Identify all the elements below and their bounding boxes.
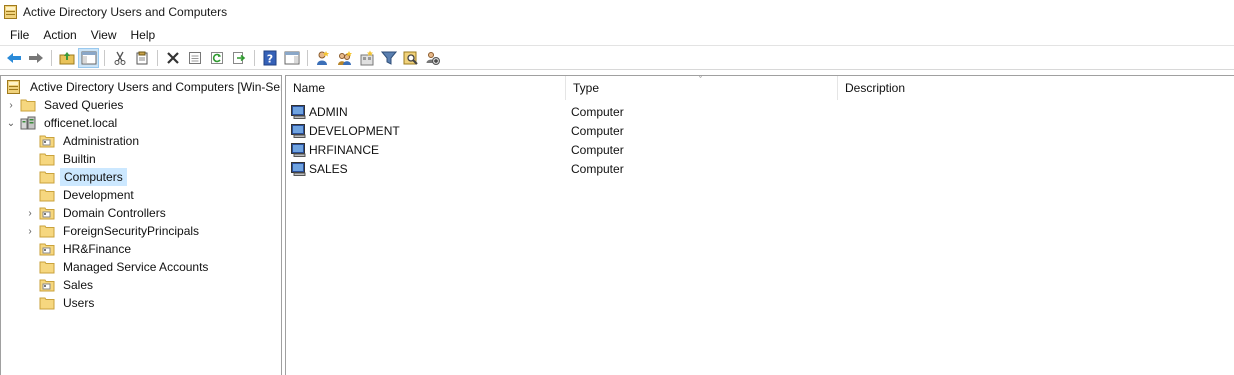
ou-folder-icon	[39, 207, 55, 220]
add-to-group-icon[interactable]	[422, 48, 443, 68]
menu-help[interactable]: Help	[124, 26, 163, 44]
toolbar-separator	[51, 49, 52, 66]
computer-icon	[291, 142, 306, 157]
tree-root-label: Active Directory Users and Computers [Wi…	[30, 80, 282, 94]
computer-type: Computer	[571, 161, 624, 176]
ou-folder-icon	[39, 135, 55, 148]
tree-item-label: Managed Service Accounts	[63, 260, 209, 274]
ad-console-icon	[4, 5, 17, 19]
tree-item-users[interactable]: Users	[24, 294, 97, 312]
refresh-icon[interactable]	[206, 48, 227, 68]
computer-name: DEVELOPMENT	[309, 123, 400, 138]
folder-icon	[20, 99, 36, 112]
tree-item-hr-finance[interactable]: HR&Finance	[24, 240, 134, 258]
computer-name: HRFINANCE	[309, 142, 380, 157]
properties-icon[interactable]	[184, 48, 205, 68]
tree-item-label: Domain Controllers	[63, 206, 166, 220]
tree-item-computers[interactable]: Computers	[24, 168, 127, 186]
svg-text:?: ?	[266, 52, 272, 65]
tree-item-label: Computers	[60, 168, 127, 186]
folder-icon	[39, 189, 55, 202]
export-list-icon[interactable]	[228, 48, 249, 68]
chevron-right-icon[interactable]: ›	[5, 96, 17, 114]
tree-item-foreign-security-principals[interactable]: › ForeignSecurityPrincipals	[24, 222, 202, 240]
new-ou-icon[interactable]	[356, 48, 377, 68]
toolbar-separator	[254, 49, 255, 66]
show-hide-console-tree-icon[interactable]	[78, 47, 99, 68]
filter-icon[interactable]	[378, 48, 399, 68]
column-header-name[interactable]: Name	[286, 76, 566, 100]
folder-icon	[39, 225, 55, 238]
sort-ascending-icon: ˇ	[699, 75, 702, 85]
computer-icon	[291, 123, 306, 138]
menu-view[interactable]: View	[84, 26, 124, 44]
menu-bar: File Action View Help	[0, 24, 1234, 46]
tree-item-label: Users	[63, 296, 95, 310]
toolbar: ?	[0, 46, 1234, 70]
folder-icon	[39, 171, 55, 184]
tree-item-label: ForeignSecurityPrincipals	[63, 224, 200, 238]
chevron-down-icon[interactable]: ⌄	[5, 114, 17, 132]
tree-item-label: Builtin	[63, 152, 96, 166]
list-item[interactable]: ADMIN Computer	[286, 102, 838, 121]
ou-folder-icon	[39, 243, 55, 256]
column-header-type[interactable]: Type ˇ	[566, 76, 838, 100]
show-action-pane-icon[interactable]	[281, 48, 302, 68]
window-title: Active Directory Users and Computers	[23, 5, 228, 19]
tree-item-label: Sales	[63, 278, 94, 292]
tree-item-development[interactable]: Development	[24, 186, 137, 204]
computer-icon	[291, 104, 306, 119]
cut-icon[interactable]	[109, 48, 130, 68]
tree-item-sales[interactable]: Sales	[24, 276, 96, 294]
new-group-icon[interactable]	[334, 48, 355, 68]
tree-item-administration[interactable]: Administration	[24, 132, 142, 150]
up-folder-icon[interactable]	[56, 48, 77, 68]
copy-icon[interactable]	[131, 48, 152, 68]
tree-item-label: Saved Queries	[44, 98, 124, 112]
folder-icon	[39, 261, 55, 274]
domain-icon	[20, 116, 36, 130]
tree-item-label: Administration	[63, 134, 140, 148]
tree-item-label: HR&Finance	[63, 242, 132, 256]
computer-type: Computer	[571, 104, 624, 119]
computer-name: SALES	[309, 161, 348, 176]
tree-item-label: officenet.local	[44, 116, 118, 130]
tree-item-saved-queries[interactable]: › Saved Queries	[5, 96, 126, 114]
list-header: Name Type ˇ Description	[286, 76, 1234, 100]
list-item[interactable]: SALES Computer	[286, 159, 838, 178]
chevron-right-icon[interactable]: ›	[24, 222, 36, 240]
folder-icon	[39, 153, 55, 166]
folder-icon	[39, 297, 55, 310]
computer-type: Computer	[571, 142, 624, 157]
title-bar: Active Directory Users and Computers	[0, 0, 1234, 24]
chevron-right-icon[interactable]: ›	[24, 204, 36, 222]
forward-icon[interactable]	[25, 48, 46, 68]
computer-type: Computer	[571, 123, 624, 138]
menu-file[interactable]: File	[3, 26, 36, 44]
computer-icon	[291, 161, 306, 176]
tree-item-builtin[interactable]: Builtin	[24, 150, 99, 168]
menu-action[interactable]: Action	[36, 26, 83, 44]
console-tree-pane[interactable]: Active Directory Users and Computers [Wi…	[0, 75, 282, 375]
delete-icon[interactable]	[162, 48, 183, 68]
computer-name: ADMIN	[309, 104, 348, 119]
column-header-description[interactable]: Description	[838, 76, 1234, 100]
list-item[interactable]: HRFINANCE Computer	[286, 140, 838, 159]
toolbar-separator	[104, 49, 105, 66]
help-icon[interactable]: ?	[259, 48, 280, 68]
ou-folder-icon	[39, 279, 55, 292]
results-list-pane[interactable]: Name Type ˇ Description ADMIN Computer D…	[285, 75, 1234, 375]
find-icon[interactable]	[400, 48, 421, 68]
tree-item-label: Development	[63, 188, 134, 202]
toolbar-separator	[307, 49, 308, 66]
tree-item-domain-controllers[interactable]: › Domain Controllers	[24, 204, 169, 222]
tree-item-domain[interactable]: ⌄ officenet.local	[5, 114, 120, 132]
tree-root[interactable]: Active Directory Users and Computers [Wi…	[4, 78, 282, 96]
toolbar-separator	[157, 49, 158, 66]
tree-item-managed-service-accounts[interactable]: Managed Service Accounts	[24, 258, 211, 276]
ad-console-icon	[7, 80, 20, 94]
new-user-icon[interactable]	[312, 48, 333, 68]
list-item[interactable]: DEVELOPMENT Computer	[286, 121, 838, 140]
back-icon[interactable]	[3, 48, 24, 68]
